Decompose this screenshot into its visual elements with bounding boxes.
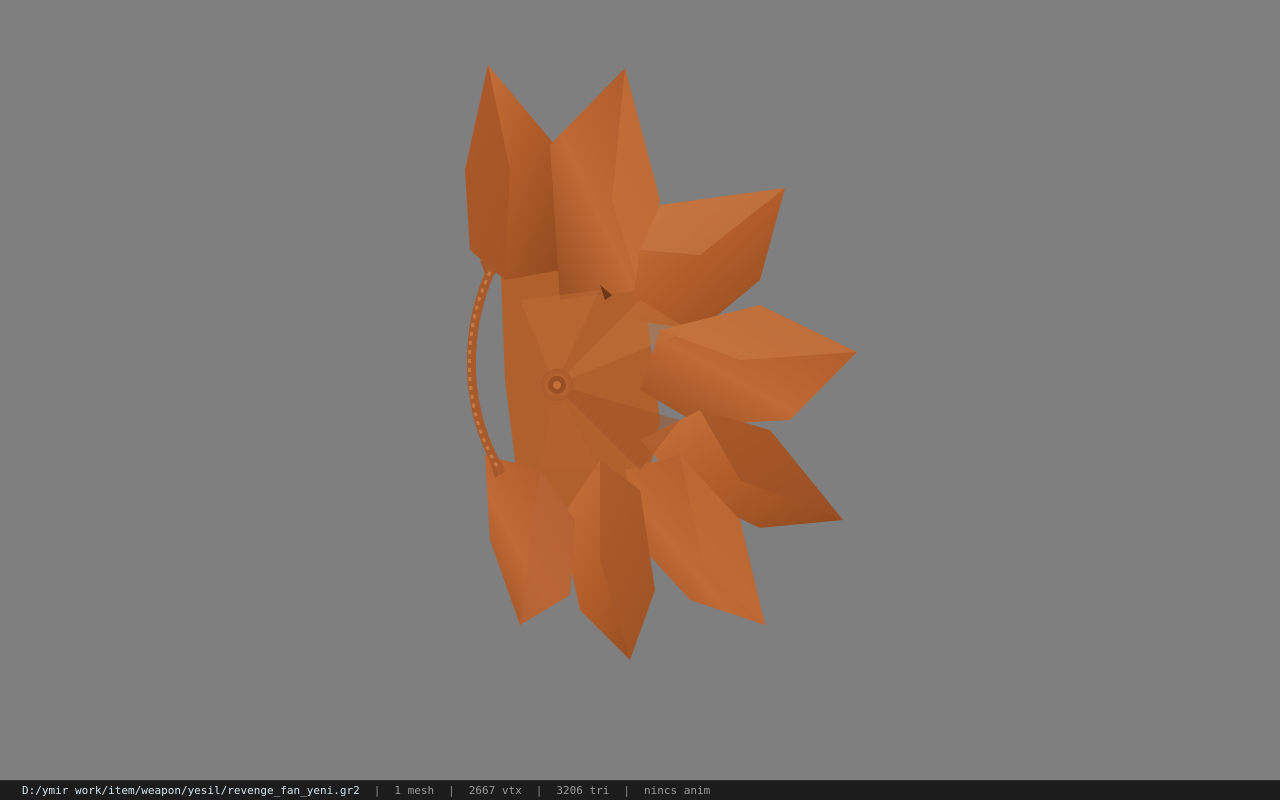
file-path-label: D:/ymir work/item/weapon/yesil/revenge_f… [22, 784, 360, 797]
fan-model-render [465, 65, 857, 660]
fan-hub [541, 369, 573, 401]
status-separator: | [535, 784, 543, 797]
triangle-count-label: 3206 tri [556, 784, 610, 797]
status-separator: | [373, 784, 381, 797]
vertex-count-label: 2667 vtx [468, 784, 522, 797]
animation-status-label: nincs anim [643, 784, 711, 797]
status-bar: D:/ymir work/item/weapon/yesil/revenge_f… [0, 780, 1280, 800]
mesh-count-label: 1 mesh [394, 784, 435, 797]
fan-petals [465, 65, 857, 660]
3d-viewport[interactable] [0, 0, 1280, 780]
status-separator: | [623, 784, 630, 797]
status-separator: | [448, 784, 455, 797]
fan-handle [466, 263, 505, 475]
